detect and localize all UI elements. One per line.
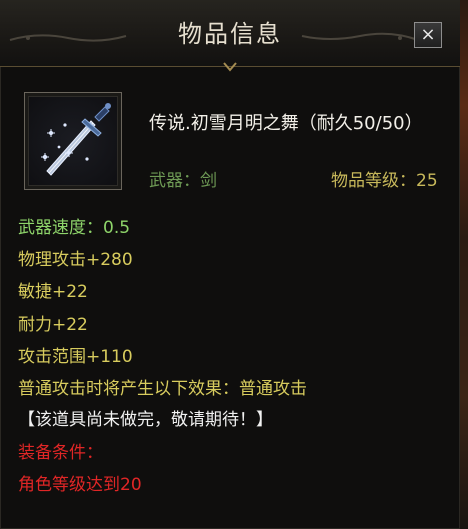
equip-requirement-label: 装备条件： <box>18 443 103 463</box>
stat-physical-attack: 物理攻击+280 <box>18 250 133 270</box>
header-ornament-right-icon <box>301 32 419 41</box>
item-info-panel: 物品信息 × 传说.初雪月明之舞（耐久50/50） 武器：剑 物品等级：25 武… <box>0 0 460 529</box>
background-game-ui-strip <box>460 0 468 529</box>
item-icon-slot[interactable] <box>24 92 122 190</box>
close-button[interactable]: × <box>414 22 442 48</box>
panel-header: 物品信息 × <box>0 0 460 67</box>
stat-attack-range: 攻击范围+110 <box>18 347 133 367</box>
item-type: 武器：剑 <box>149 171 217 191</box>
equip-requirement-level: 角色等级达到20 <box>18 475 142 495</box>
close-icon: × <box>420 24 436 45</box>
stat-on-hit-effect: 普通攻击时将产生以下效果：普通攻击 <box>18 379 307 399</box>
sword-icon <box>41 103 111 176</box>
stat-attack-speed: 武器速度：0.5 <box>18 218 131 238</box>
item-tooltip-window: 物品信息 × 传说.初雪月明之舞（耐久50/50） 武器：剑 物品等级：25 武… <box>0 0 468 529</box>
stat-agility: 敏捷+22 <box>18 282 88 302</box>
item-unfinished-note: 【该道具尚未做完，敬请期待！】 <box>18 410 273 430</box>
item-level: 物品等级：25 <box>331 171 438 191</box>
stat-stamina: 耐力+22 <box>18 315 88 335</box>
item-name: 传说.初雪月明之舞（耐久50/50） <box>149 113 423 134</box>
chevron-down-icon <box>223 62 237 72</box>
